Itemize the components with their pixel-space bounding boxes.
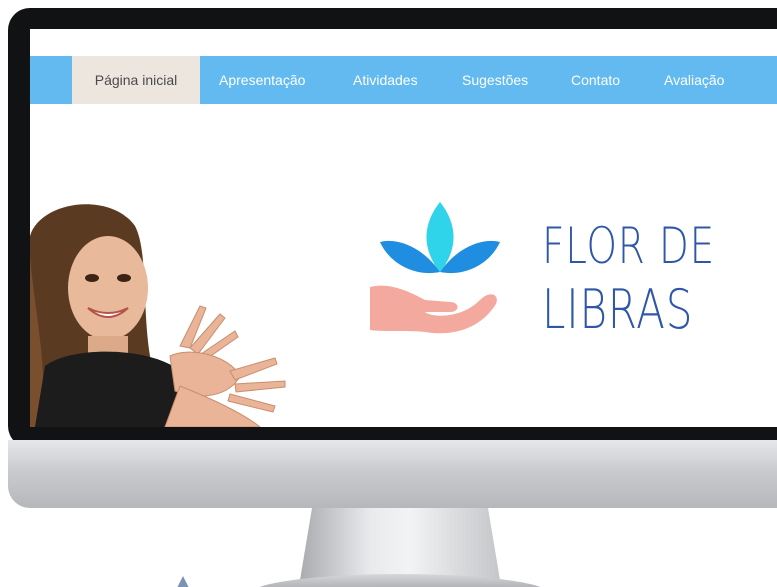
monitor-stand-base [250, 574, 550, 587]
monitor-stand-neck [300, 508, 500, 580]
monitor-mockup: Página inicial Apresentação Atividades S… [0, 0, 777, 587]
presenter-photo [30, 204, 286, 427]
logo-reflection-icon [176, 576, 190, 587]
main-navigation: Página inicial Apresentação Atividades S… [30, 56, 777, 104]
nav-item-pagina-inicial[interactable]: Página inicial [72, 56, 200, 104]
flower-logo-icon [370, 202, 500, 334]
monitor-screen: Página inicial Apresentação Atividades S… [30, 29, 777, 427]
nav-item-atividades[interactable]: Atividades [353, 56, 418, 104]
nav-item-apresentacao[interactable]: Apresentação [219, 56, 305, 104]
logo-text-line1: FLOR DE [542, 217, 716, 275]
nav-item-avaliacao[interactable]: Avaliação [664, 56, 724, 104]
monitor-chin [8, 440, 777, 508]
hero-banner: FLOR DE LIBRAS [30, 196, 745, 427]
logo-text-line2: LIBRAS [542, 278, 694, 341]
nav-item-sugestoes[interactable]: Sugestões [462, 56, 528, 104]
nav-item-contato[interactable]: Contato [571, 56, 620, 104]
